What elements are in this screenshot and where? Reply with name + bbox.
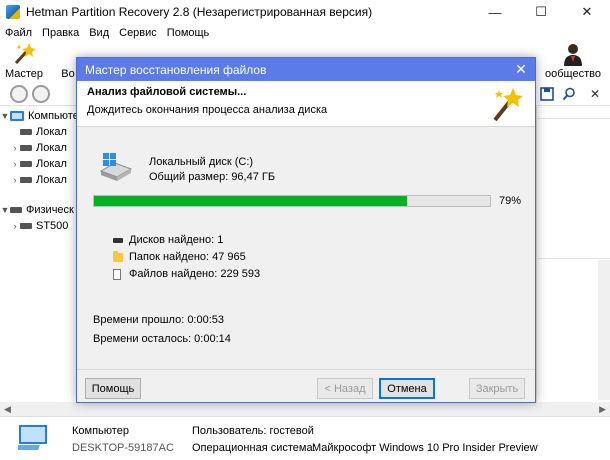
- tree-item-local-4[interactable]: › Локал: [10, 172, 67, 188]
- dialog-titlebar: Мастер восстановления файлов ✕: [77, 58, 535, 81]
- drive-icon: [20, 223, 32, 229]
- folders-found: Папок найдено: 47 965: [113, 249, 246, 265]
- cancel-button[interactable]: Отмена: [379, 378, 435, 399]
- tree-label: ST500: [36, 220, 69, 232]
- progress-percent: 79%: [499, 195, 522, 207]
- community-label: ообщество: [545, 68, 601, 80]
- forward-nav-icon[interactable]: [32, 85, 50, 103]
- master-button[interactable]: Мастер: [4, 42, 44, 82]
- time-elapsed: Времени прошло: 0:00:53: [93, 314, 225, 326]
- scroll-left-icon[interactable]: ◀: [4, 404, 11, 415]
- menu-file[interactable]: Файл: [5, 27, 32, 39]
- disk-size: Общий размер: 96,47 ГБ: [149, 171, 276, 183]
- tree-label: Локал: [36, 174, 67, 186]
- tree-item-physical[interactable]: ▼ Физическ: [0, 202, 74, 218]
- folder-icon: [113, 250, 123, 262]
- finish-button[interactable]: Закрыть: [469, 378, 525, 399]
- drive-tree: ▼ Компьютер Локал › Локал › Локал › Лока…: [0, 106, 85, 402]
- disks-found: Дисков найдено: 1: [113, 232, 223, 248]
- drive-icon: [113, 237, 123, 243]
- master-label: Мастер: [4, 68, 44, 80]
- recover-label: Во: [61, 68, 75, 80]
- disk-icon: [99, 153, 133, 181]
- chevron-down-icon[interactable]: ▼: [0, 111, 10, 121]
- maximize-button[interactable]: ☐: [518, 0, 564, 24]
- tree-label: Локал: [36, 158, 67, 170]
- community-button[interactable]: ообщество: [536, 42, 610, 82]
- chevron-right-icon[interactable]: ›: [10, 159, 20, 169]
- tree-label: Физическ: [26, 204, 74, 216]
- minimize-button[interactable]: —: [472, 0, 518, 24]
- drive-icon: [20, 177, 32, 183]
- computer-icon: [18, 425, 47, 450]
- drive-icon: [10, 207, 22, 213]
- step-subtitle: Дождитесь окончания процесса анализа дис…: [87, 104, 328, 116]
- file-icon: [113, 268, 121, 280]
- tree-item-local-2[interactable]: › Локал: [10, 140, 67, 156]
- menubar: Файл Правка Вид Сервис Помощь: [0, 24, 610, 42]
- menu-help[interactable]: Помощь: [167, 27, 210, 39]
- menu-edit[interactable]: Правка: [42, 27, 79, 39]
- content-pane: [536, 106, 610, 402]
- magic-wand-icon: [14, 43, 36, 65]
- dialog-header: Анализ файловой системы... Дождитесь око…: [77, 81, 535, 127]
- tree-label: Локал: [36, 142, 67, 154]
- recovery-wizard-dialog: Мастер восстановления файлов ✕ Анализ фа…: [76, 57, 536, 403]
- disk-name: Локальный диск (C:): [149, 156, 254, 168]
- drive-icon: [20, 145, 32, 151]
- magnifier-icon: [562, 87, 575, 101]
- files-found: Файлов найдено: 229 593: [113, 266, 260, 282]
- tree-item-local-3[interactable]: › Локал: [10, 156, 67, 172]
- dialog-footer: Помощь < Назад Отмена Закрыть: [77, 369, 535, 402]
- tree-label: Локал: [36, 126, 67, 138]
- recover-button[interactable]: Во: [58, 42, 78, 82]
- chevron-down-icon[interactable]: ▼: [0, 205, 10, 215]
- vertical-scrollbar[interactable]: [598, 260, 610, 400]
- chevron-right-icon[interactable]: ›: [10, 143, 20, 153]
- app-titlebar: Hetman Partition Recovery 2.8 (Незарегис…: [0, 0, 610, 24]
- chevron-right-icon[interactable]: ›: [10, 221, 20, 231]
- progress-fill: [94, 196, 407, 206]
- chevron-right-icon[interactable]: ›: [10, 175, 20, 185]
- disks-found-text: Дисков найдено: 1: [129, 234, 224, 246]
- status-os-value: Майкрософт Windows 10 Pro Insider Previe…: [312, 442, 538, 454]
- time-remaining: Времени осталось: 0:00:14: [93, 333, 231, 345]
- status-bar: Компьютер DESKTOP-59187AC Пользователь: …: [0, 416, 610, 460]
- app-title: Hetman Partition Recovery 2.8 (Незарегис…: [26, 5, 373, 19]
- folders-found-text: Папок найдено: 47 965: [129, 251, 246, 263]
- close-panel-icon[interactable]: ✕: [586, 85, 604, 103]
- step-title: Анализ файловой системы...: [87, 86, 247, 98]
- tree-item-computer[interactable]: ▼ Компьютер: [0, 108, 85, 124]
- help-button[interactable]: Помощь: [85, 378, 141, 399]
- app-icon: [6, 5, 20, 19]
- status-computer-name: DESKTOP-59187AC: [72, 442, 174, 454]
- save-icon[interactable]: [538, 85, 556, 103]
- window-controls: — ☐ ✕: [472, 0, 610, 24]
- tree-item-st500[interactable]: › ST500: [10, 218, 69, 234]
- status-computer-label: Компьютер: [72, 425, 129, 437]
- status-user: Пользователь: гостевой: [192, 425, 314, 437]
- tree-item-local-1[interactable]: Локал: [10, 124, 67, 140]
- computer-icon: [10, 111, 24, 121]
- horizontal-scrollbar[interactable]: ◀ ▶: [0, 402, 610, 416]
- user-icon: [564, 44, 582, 66]
- files-found-text: Файлов найдено: 229 593: [129, 268, 261, 280]
- status-os-label: Операционная система:: [192, 442, 316, 454]
- drive-icon: [20, 161, 32, 167]
- search-icon[interactable]: [560, 85, 578, 103]
- close-window-button[interactable]: ✕: [564, 0, 610, 24]
- menu-service[interactable]: Сервис: [119, 27, 157, 39]
- save-glyph-icon: [540, 87, 554, 101]
- back-nav-icon[interactable]: [10, 85, 28, 103]
- analysis-progress-bar: [93, 195, 491, 207]
- scroll-right-icon[interactable]: ▶: [599, 404, 606, 415]
- menu-view[interactable]: Вид: [89, 27, 109, 39]
- magic-wand-icon: [493, 88, 523, 122]
- back-button[interactable]: < Назад: [317, 378, 373, 399]
- drive-icon: [20, 129, 32, 135]
- dialog-close-button[interactable]: ✕: [507, 58, 535, 81]
- dialog-title: Мастер восстановления файлов: [85, 62, 267, 77]
